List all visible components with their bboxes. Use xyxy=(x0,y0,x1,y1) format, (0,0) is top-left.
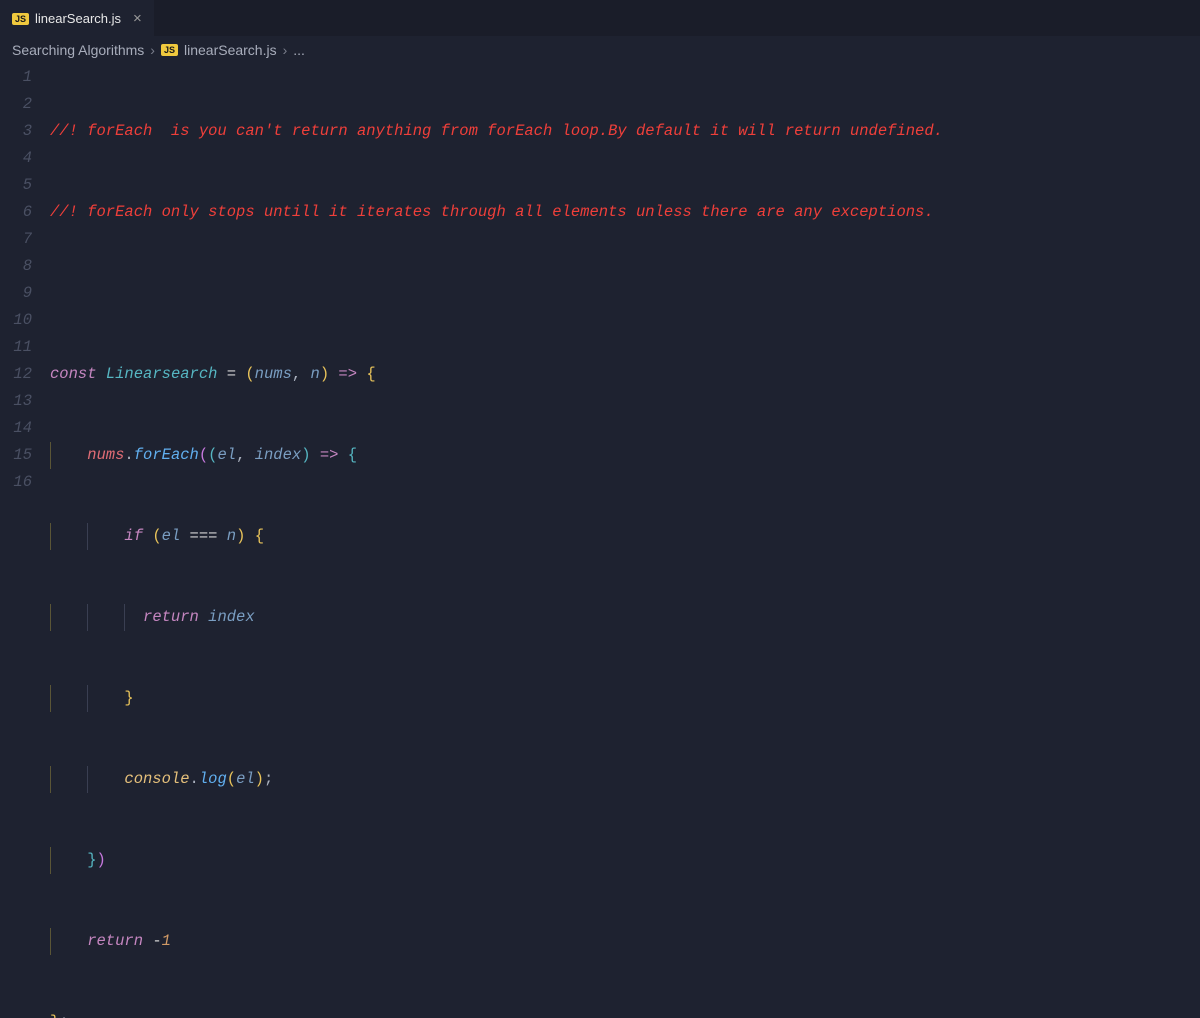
close-icon[interactable]: × xyxy=(133,10,142,27)
line-number: 11 xyxy=(0,334,32,361)
code-area[interactable]: //! forEach is you can't return anything… xyxy=(50,64,1200,1018)
code-line: return index xyxy=(50,604,1200,631)
tab-filename: linearSearch.js xyxy=(35,11,121,26)
code-line xyxy=(50,280,1200,307)
line-number: 2 xyxy=(0,91,32,118)
line-number-gutter: 1 2 3 4 5 6 7 8 9 10 11 12 13 14 15 16 xyxy=(0,64,50,1018)
line-number: 5 xyxy=(0,172,32,199)
line-number: 6 xyxy=(0,199,32,226)
line-number: 12 xyxy=(0,361,32,388)
line-number: 16 xyxy=(0,469,32,496)
code-line: //! forEach only stops untill it iterate… xyxy=(50,199,1200,226)
breadcrumb-folder[interactable]: Searching Algorithms xyxy=(12,42,144,58)
code-line: console.log(el); xyxy=(50,766,1200,793)
code-line: return -1 xyxy=(50,928,1200,955)
line-number: 14 xyxy=(0,415,32,442)
line-number: 13 xyxy=(0,388,32,415)
code-line: }) xyxy=(50,847,1200,874)
line-number: 3 xyxy=(0,118,32,145)
code-line: nums.forEach((el, index) => { xyxy=(50,442,1200,469)
code-line: } xyxy=(50,685,1200,712)
line-number: 15 xyxy=(0,442,32,469)
chevron-right-icon: › xyxy=(150,42,155,58)
breadcrumb-ellipsis[interactable]: ... xyxy=(293,42,305,58)
code-line: //! forEach is you can't return anything… xyxy=(50,118,1200,145)
code-editor[interactable]: 1 2 3 4 5 6 7 8 9 10 11 12 13 14 15 16 /… xyxy=(0,64,1200,1018)
line-number: 8 xyxy=(0,253,32,280)
line-number: 9 xyxy=(0,280,32,307)
code-line: }; xyxy=(50,1009,1200,1018)
code-line: if (el === n) { xyxy=(50,523,1200,550)
code-line: const Linearsearch = (nums, n) => { xyxy=(50,361,1200,388)
line-number: 1 xyxy=(0,64,32,91)
chevron-right-icon: › xyxy=(283,42,288,58)
js-file-icon: JS xyxy=(161,44,178,56)
line-number: 10 xyxy=(0,307,32,334)
line-number: 4 xyxy=(0,145,32,172)
tab-bar: JS linearSearch.js × xyxy=(0,0,1200,36)
breadcrumb[interactable]: Searching Algorithms › JS linearSearch.j… xyxy=(0,36,1200,64)
js-file-icon: JS xyxy=(12,13,29,25)
editor-tab[interactable]: JS linearSearch.js × xyxy=(0,0,154,36)
line-number: 7 xyxy=(0,226,32,253)
breadcrumb-file[interactable]: linearSearch.js xyxy=(184,42,277,58)
